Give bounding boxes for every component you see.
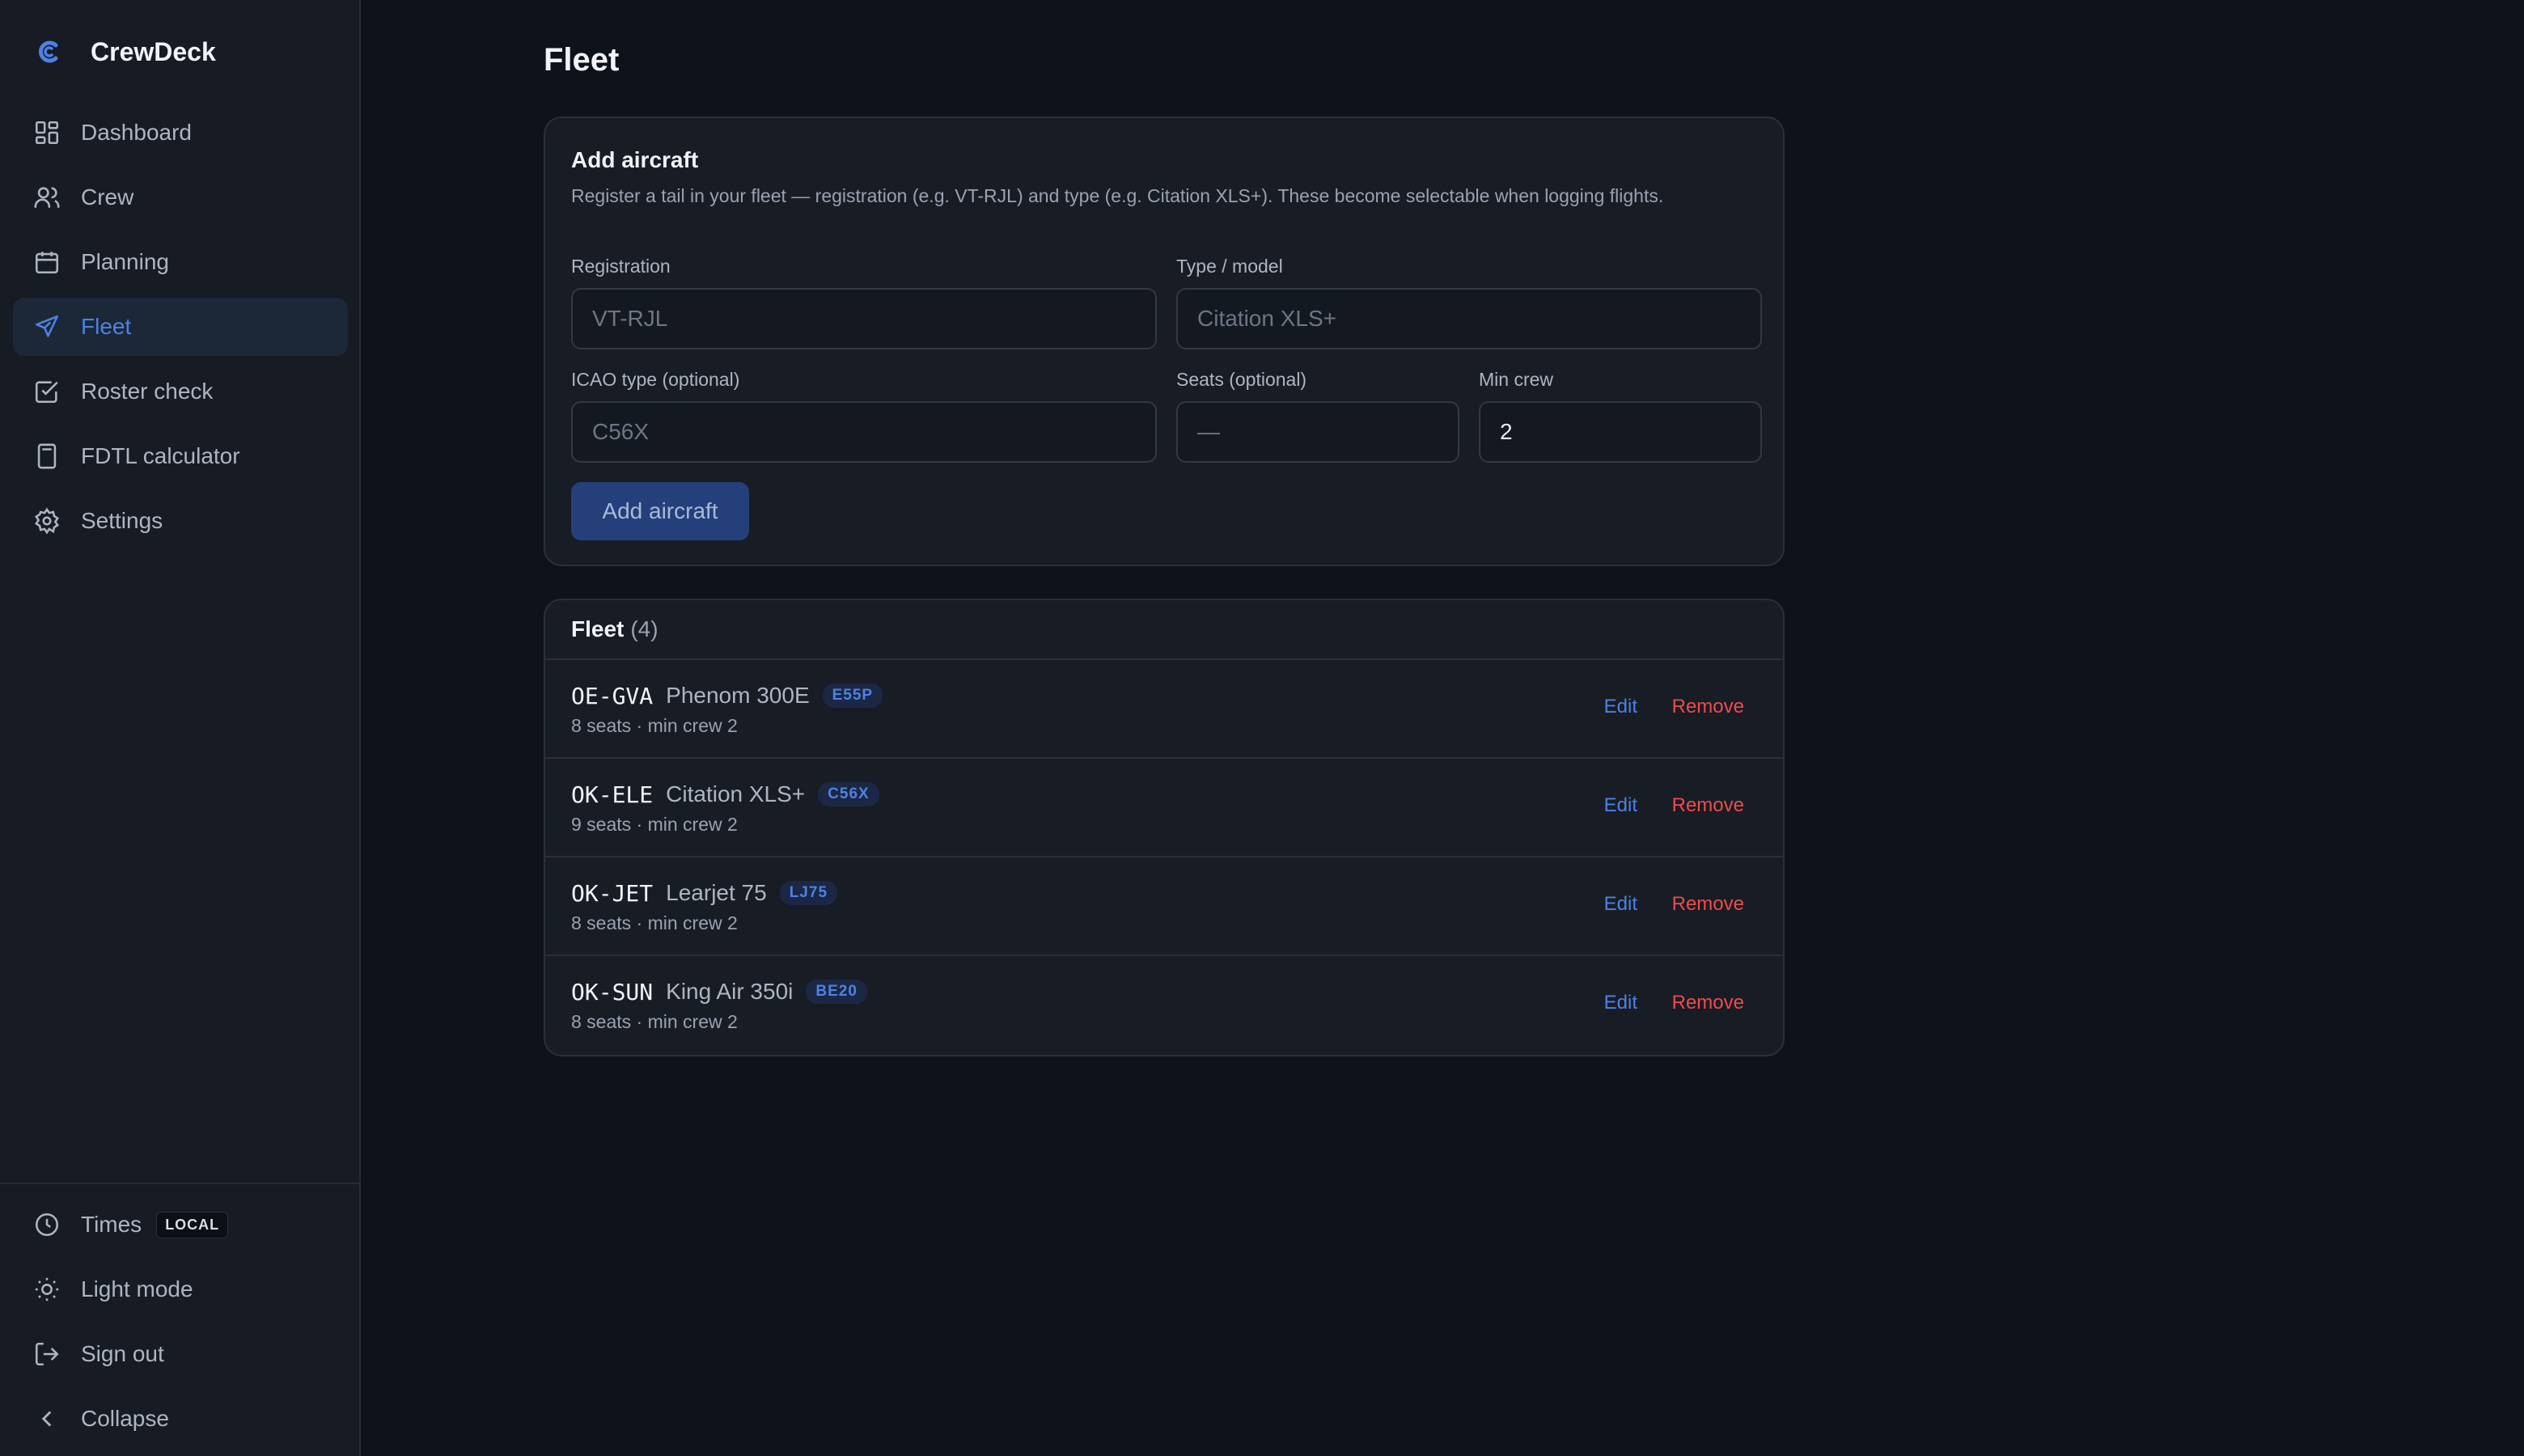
- seats-label: Seats (optional): [1176, 369, 1307, 390]
- edit-aircraft-button[interactable]: Edit: [1604, 893, 1637, 916]
- app-name: CrewDeck: [91, 36, 216, 66]
- clock-icon: [32, 1210, 61, 1239]
- aircraft-details: 8 seats · min crew 2: [571, 1011, 738, 1032]
- aircraft-registration: OK-JET: [571, 879, 654, 907]
- page-title: Fleet: [544, 42, 620, 78]
- brand[interactable]: CrewDeck: [34, 32, 216, 71]
- sidebar-item-label: Fleet: [81, 314, 132, 339]
- seats-input[interactable]: —: [1176, 401, 1459, 463]
- calendar-icon: [32, 248, 61, 277]
- min-crew-input[interactable]: 2: [1479, 401, 1762, 463]
- icao-type-input[interactable]: C56X: [571, 401, 1157, 463]
- add-aircraft-title: Add aircraft: [571, 147, 699, 172]
- sidebar-item-settings[interactable]: Settings: [13, 492, 348, 550]
- add-aircraft-description: Register a tail in your fleet — registra…: [571, 185, 1664, 206]
- sidebar: CrewDeck Dashboard Crew Planning Fleet R…: [0, 0, 361, 1456]
- add-aircraft-card: Add aircraft Register a tail in your fle…: [544, 116, 1785, 566]
- aircraft-type: King Air 350i: [666, 979, 794, 1004]
- icao-badge: C56X: [818, 782, 879, 806]
- sidebar-item-label: Roster check: [81, 379, 214, 404]
- sign-out-button[interactable]: Sign out: [13, 1327, 348, 1382]
- registration-input[interactable]: VT-RJL: [571, 288, 1157, 349]
- aircraft-registration: OK-SUN: [571, 978, 654, 1005]
- light-mode-toggle[interactable]: Light mode: [13, 1262, 348, 1317]
- gear-icon: [32, 506, 61, 535]
- times-toggle[interactable]: Times LOCAL: [13, 1197, 348, 1252]
- icao-badge: LJ75: [779, 881, 838, 905]
- times-label: Times: [81, 1212, 142, 1237]
- aircraft-details: 8 seats · min crew 2: [571, 912, 738, 933]
- sign-out-label: Sign out: [81, 1341, 164, 1366]
- add-aircraft-button[interactable]: Add aircraft: [571, 482, 749, 540]
- main-content: Fleet Add aircraft Register a tail in yo…: [361, 0, 2524, 1456]
- aircraft-details: 8 seats · min crew 2: [571, 715, 738, 736]
- sidebar-bottom: Times LOCAL Light mode Sign out Collapse: [13, 1197, 348, 1456]
- calculator-icon: [32, 442, 61, 471]
- aircraft-type: Citation XLS+: [666, 781, 806, 806]
- sidebar-item-label: Planning: [81, 249, 169, 274]
- icao-type-label: ICAO type (optional): [571, 369, 740, 390]
- collapse-label: Collapse: [81, 1406, 169, 1431]
- aircraft-summary: OK-ELE Citation XLS+ C56X: [571, 780, 879, 809]
- aircraft-summary: OK-JET Learjet 75 LJ75: [571, 878, 838, 908]
- aircraft-type: Phenom 300E: [666, 683, 810, 708]
- fleet-row: OK-SUN King Air 350i BE20 8 seats · min …: [545, 956, 1783, 1055]
- sun-icon: [32, 1275, 61, 1304]
- app-root: CrewDeck Dashboard Crew Planning Fleet R…: [0, 0, 2524, 1456]
- sidebar-item-fdtl-calculator[interactable]: FDTL calculator: [13, 427, 348, 485]
- fleet-count: (4): [630, 616, 659, 641]
- dashboard-icon: [32, 118, 61, 147]
- checkbox-icon: [32, 377, 61, 406]
- edit-aircraft-button[interactable]: Edit: [1604, 992, 1637, 1014]
- sidebar-nav: Dashboard Crew Planning Fleet Roster che…: [13, 104, 348, 557]
- chevron-left-icon: [32, 1404, 61, 1433]
- light-mode-label: Light mode: [81, 1276, 193, 1302]
- fleet-row: OK-ELE Citation XLS+ C56X 9 seats · min …: [545, 759, 1783, 857]
- times-zone-badge: LOCAL: [156, 1211, 229, 1238]
- aircraft-type: Learjet 75: [666, 880, 767, 905]
- sidebar-item-label: Settings: [81, 508, 163, 533]
- aircraft-registration: OK-ELE: [571, 781, 654, 808]
- sidebar-divider: [0, 1183, 361, 1184]
- sidebar-item-dashboard[interactable]: Dashboard: [13, 104, 348, 162]
- aircraft-summary: OE-GVA Phenom 300E E55P: [571, 681, 883, 710]
- fleet-row: OK-JET Learjet 75 LJ75 8 seats · min cre…: [545, 857, 1783, 956]
- remove-aircraft-button[interactable]: Remove: [1672, 696, 1744, 718]
- sidebar-item-crew[interactable]: Crew: [13, 168, 348, 226]
- sidebar-item-label: FDTL calculator: [81, 443, 240, 468]
- sidebar-item-planning[interactable]: Planning: [13, 233, 348, 291]
- fleet-list-title: Fleet: [571, 616, 625, 641]
- sign-out-icon: [32, 1340, 61, 1369]
- sidebar-item-label: Crew: [81, 184, 134, 210]
- fleet-row: OE-GVA Phenom 300E E55P 8 seats · min cr…: [545, 660, 1783, 759]
- icao-badge: BE20: [806, 980, 867, 1004]
- edit-aircraft-button[interactable]: Edit: [1604, 794, 1637, 817]
- plane-icon: [32, 312, 61, 341]
- type-model-label: Type / model: [1176, 256, 1283, 277]
- sidebar-item-roster-check[interactable]: Roster check: [13, 362, 348, 421]
- fleet-list-header: Fleet (4): [545, 600, 1783, 660]
- registration-label: Registration: [571, 256, 671, 277]
- crewdeck-logo-icon: [34, 37, 63, 66]
- sidebar-item-fleet[interactable]: Fleet: [13, 298, 348, 356]
- sidebar-item-label: Dashboard: [81, 120, 192, 145]
- fleet-list-card: Fleet (4) OE-GVA Phenom 300E E55P 8 seat…: [544, 599, 1785, 1056]
- remove-aircraft-button[interactable]: Remove: [1672, 992, 1744, 1014]
- aircraft-registration: OE-GVA: [571, 682, 654, 709]
- aircraft-details: 9 seats · min crew 2: [571, 814, 738, 835]
- users-icon: [32, 183, 61, 212]
- collapse-sidebar-button[interactable]: Collapse: [13, 1391, 348, 1446]
- edit-aircraft-button[interactable]: Edit: [1604, 696, 1637, 718]
- type-model-input[interactable]: Citation XLS+: [1176, 288, 1762, 349]
- remove-aircraft-button[interactable]: Remove: [1672, 893, 1744, 916]
- icao-badge: E55P: [822, 684, 883, 708]
- aircraft-summary: OK-SUN King Air 350i BE20: [571, 977, 867, 1006]
- remove-aircraft-button[interactable]: Remove: [1672, 794, 1744, 817]
- min-crew-label: Min crew: [1479, 369, 1554, 390]
